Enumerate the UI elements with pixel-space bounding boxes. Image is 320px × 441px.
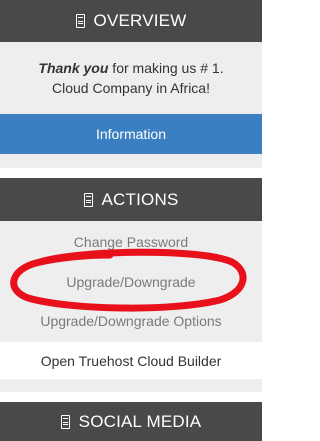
thanks-emphasis: Thank you (38, 60, 109, 76)
open-cloud-builder-link[interactable]: Open Truehost Cloud Builder (0, 342, 262, 379)
social-media-title: SOCIAL MEDIA (78, 411, 202, 431)
overview-message: Thank you for making us # 1. Cloud Compa… (0, 42, 262, 114)
document-icon (60, 414, 70, 429)
overview-footer (0, 154, 262, 168)
actions-list: Change Password Upgrade/Downgrade Upgrad… (0, 221, 262, 342)
information-button[interactable]: Information (0, 114, 262, 154)
social-media-header: SOCIAL MEDIA (0, 402, 262, 441)
upgrade-downgrade-options-link[interactable]: Upgrade/Downgrade Options (0, 313, 262, 329)
thanks-rest: for making us # 1. (108, 60, 224, 76)
overview-header: OVERVIEW (0, 0, 262, 42)
actions-header: ACTIONS (0, 178, 262, 221)
document-icon (75, 14, 85, 28)
document-icon (83, 192, 93, 207)
actions-footer (0, 379, 262, 392)
change-password-link[interactable]: Change Password (0, 234, 262, 250)
overview-title: OVERVIEW (93, 11, 187, 30)
actions-title: ACTIONS (101, 189, 179, 209)
client-area-sidebar: OVERVIEW Thank you for making us # 1. Cl… (0, 0, 262, 441)
upgrade-downgrade-link[interactable]: Upgrade/Downgrade (0, 274, 262, 290)
thanks-line2: Cloud Company in Africa! (52, 80, 210, 96)
